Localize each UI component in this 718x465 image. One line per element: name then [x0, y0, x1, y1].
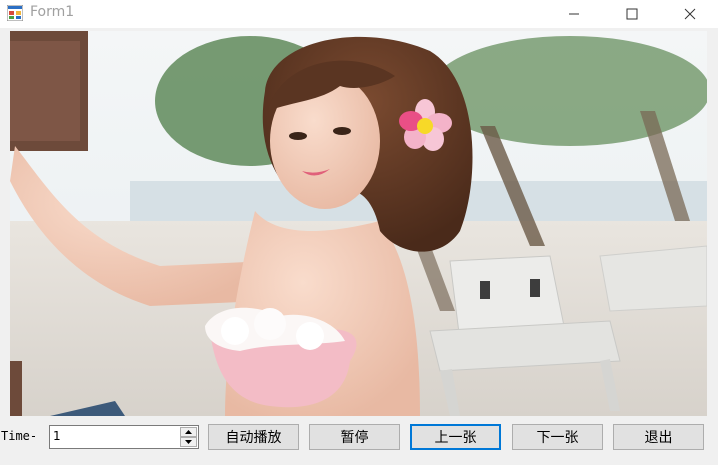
stepper-up-button[interactable] — [180, 427, 197, 437]
form-app-icon — [6, 4, 24, 22]
pause-button[interactable]: 暂停 — [309, 424, 400, 450]
close-icon — [684, 8, 696, 20]
photo-image — [10, 31, 707, 416]
time-value[interactable]: 1 — [53, 429, 61, 443]
title-bar: Form1 — [0, 0, 718, 28]
chevron-up-icon — [185, 430, 192, 434]
window-title: Form1 — [30, 4, 75, 20]
auto-play-button[interactable]: 自动播放 — [208, 424, 299, 450]
maximize-icon — [626, 8, 638, 20]
next-button[interactable]: 下一张 — [512, 424, 603, 450]
minimize-icon — [569, 13, 579, 15]
exit-button[interactable]: 退出 — [613, 424, 704, 450]
close-button[interactable] — [667, 0, 713, 28]
minimize-button[interactable] — [551, 0, 597, 28]
previous-button[interactable]: 上一张 — [410, 424, 501, 450]
stepper-arrows — [180, 427, 197, 447]
time-stepper[interactable]: 1 — [49, 425, 199, 449]
maximize-button[interactable] — [609, 0, 655, 28]
stepper-down-button[interactable] — [180, 437, 197, 447]
chevron-down-icon — [185, 440, 192, 444]
time-label: Time- — [1, 429, 38, 443]
picture-box — [10, 31, 707, 416]
